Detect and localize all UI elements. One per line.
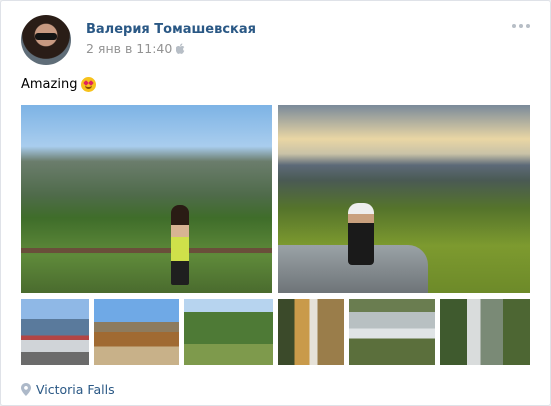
more-dot-icon <box>519 24 523 28</box>
post-date-text: 2 янв в 11:40 <box>86 41 173 56</box>
post-photo-6[interactable] <box>278 299 344 365</box>
pin-icon <box>21 383 31 396</box>
more-dot-icon <box>526 24 530 28</box>
more-options-button[interactable] <box>512 24 530 28</box>
post-card: Валерия Томашевская 2 янв в 11:40 Amazin… <box>0 0 551 406</box>
post-location-text: Victoria Falls <box>36 382 115 397</box>
post-photo-2[interactable] <box>278 105 530 293</box>
heart-eyes-emoji-icon <box>81 77 97 92</box>
avatar-sunglasses <box>35 33 57 40</box>
post-author-name[interactable]: Валерия Томашевская <box>86 22 256 37</box>
post-text: Amazing <box>21 77 97 92</box>
post-photo-4[interactable] <box>94 299 179 365</box>
more-dot-icon <box>512 24 516 28</box>
post-photo-3[interactable] <box>21 299 89 365</box>
apple-icon <box>176 43 185 54</box>
photo-person <box>348 203 374 265</box>
post-photo-7[interactable] <box>349 299 435 365</box>
post-location-link[interactable]: Victoria Falls <box>21 382 115 397</box>
post-text-content: Amazing <box>21 77 78 92</box>
post-photo-5[interactable] <box>184 299 273 365</box>
avatar[interactable] <box>21 15 71 65</box>
photo-person <box>171 205 189 285</box>
post-date[interactable]: 2 янв в 11:40 <box>86 41 185 56</box>
post-photo-8[interactable] <box>440 299 530 365</box>
post-photo-1[interactable] <box>21 105 272 293</box>
photo-railing <box>21 248 272 253</box>
